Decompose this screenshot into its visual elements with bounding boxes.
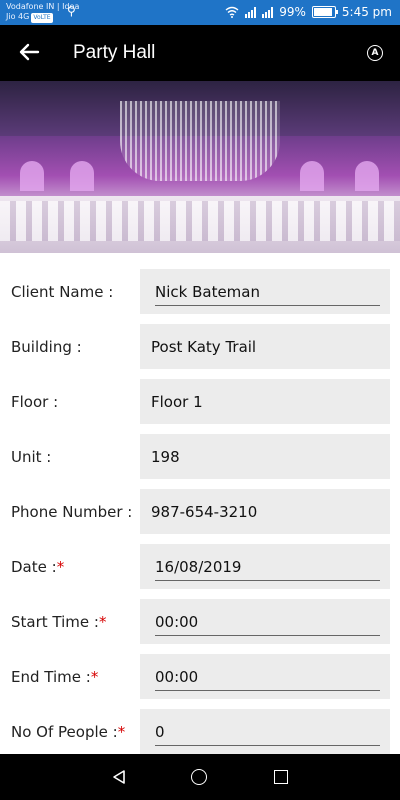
- field-underline: [155, 635, 380, 636]
- start-time-label-text: Start Time :: [11, 613, 99, 631]
- date-label: Date :*: [11, 558, 64, 576]
- floor-field: Floor 1: [140, 379, 390, 424]
- unit-value: 198: [151, 448, 180, 466]
- hero-arch: [70, 161, 94, 191]
- floor-value: Floor 1: [151, 393, 203, 411]
- phone-row: Phone Number : 987-654-3210: [0, 489, 400, 535]
- client-name-label: Client Name :: [11, 283, 114, 301]
- unit-row: Unit : 198: [0, 434, 400, 480]
- party-hall-image: [0, 81, 400, 253]
- field-underline: [155, 305, 380, 306]
- field-underline: [155, 580, 380, 581]
- battery-percent: 99%: [279, 5, 306, 19]
- hero-arch: [300, 161, 324, 191]
- client-name-value: Nick Bateman: [155, 283, 260, 301]
- date-label-text: Date :: [11, 558, 57, 576]
- people-value: 0: [155, 723, 165, 741]
- unit-label: Unit :: [11, 448, 52, 466]
- page-title: Party Hall: [73, 42, 156, 63]
- client-name-field[interactable]: Nick Bateman: [140, 269, 390, 314]
- date-field[interactable]: 16/08/2019: [140, 544, 390, 589]
- date-value: 16/08/2019: [155, 558, 242, 576]
- signal-icon: [245, 6, 257, 18]
- people-field[interactable]: 0: [140, 709, 390, 754]
- phone-value: 987-654-3210: [151, 503, 258, 521]
- building-label: Building :: [11, 338, 82, 356]
- end-time-field[interactable]: 00:00: [140, 654, 390, 699]
- hero-arch: [20, 161, 44, 191]
- phone-label: Phone Number :: [11, 503, 133, 521]
- volte-badge: VoLTE: [31, 13, 53, 23]
- required-mark: *: [117, 723, 126, 741]
- wifi-icon: [225, 6, 239, 18]
- start-time-label: Start Time :*: [11, 613, 106, 631]
- clock: 5:45 pm: [341, 5, 392, 19]
- building-field: Post Katy Trail: [140, 324, 390, 369]
- start-time-value: 00:00: [155, 613, 199, 631]
- start-time-row: Start Time :* 00:00: [0, 599, 400, 645]
- status-bar: Vodafone IN | Idea Jio 4G VoLTE ⚲ 99% 5:4…: [0, 0, 400, 25]
- usb-icon: ⚲: [67, 4, 76, 18]
- nav-recent-icon[interactable]: [274, 770, 288, 784]
- required-mark: *: [56, 558, 65, 576]
- end-time-row: End Time :* 00:00: [0, 654, 400, 700]
- carrier-line-2-text: Jio 4G: [6, 12, 30, 21]
- field-underline: [155, 690, 380, 691]
- phone-field: 987-654-3210: [140, 489, 390, 534]
- building-row: Building : Post Katy Trail: [0, 324, 400, 370]
- system-nav-bar: [0, 754, 400, 800]
- nav-back-icon[interactable]: [111, 769, 127, 785]
- end-time-label: End Time :*: [11, 668, 98, 686]
- required-mark: *: [98, 613, 107, 631]
- people-row: No Of People :* 0: [0, 709, 400, 755]
- nav-home-icon[interactable]: [191, 769, 207, 785]
- hero-chandelier: [120, 101, 280, 181]
- battery-icon: [311, 6, 338, 18]
- field-underline: [155, 745, 380, 746]
- floor-label: Floor :: [11, 393, 59, 411]
- hero-tables: [0, 201, 400, 241]
- required-mark: *: [90, 668, 99, 686]
- start-time-field[interactable]: 00:00: [140, 599, 390, 644]
- date-row: Date :* 16/08/2019: [0, 544, 400, 590]
- end-time-label-text: End Time :: [11, 668, 91, 686]
- building-value: Post Katy Trail: [151, 338, 257, 356]
- hero-arch: [355, 161, 379, 191]
- app-bar: Party Hall A: [0, 25, 400, 81]
- signal-icon-2: [262, 6, 274, 18]
- client-name-row: Client Name : Nick Bateman: [0, 269, 400, 315]
- end-time-value: 00:00: [155, 668, 199, 686]
- unit-field: 198: [140, 434, 390, 479]
- back-arrow-icon[interactable]: [18, 41, 40, 63]
- floor-row: Floor : Floor 1: [0, 379, 400, 425]
- people-label-text: No Of People :: [11, 723, 118, 741]
- status-indicators: 99% 5:45 pm: [225, 5, 392, 19]
- account-circle-a-icon[interactable]: A: [367, 45, 383, 61]
- people-label: No Of People :*: [11, 723, 125, 741]
